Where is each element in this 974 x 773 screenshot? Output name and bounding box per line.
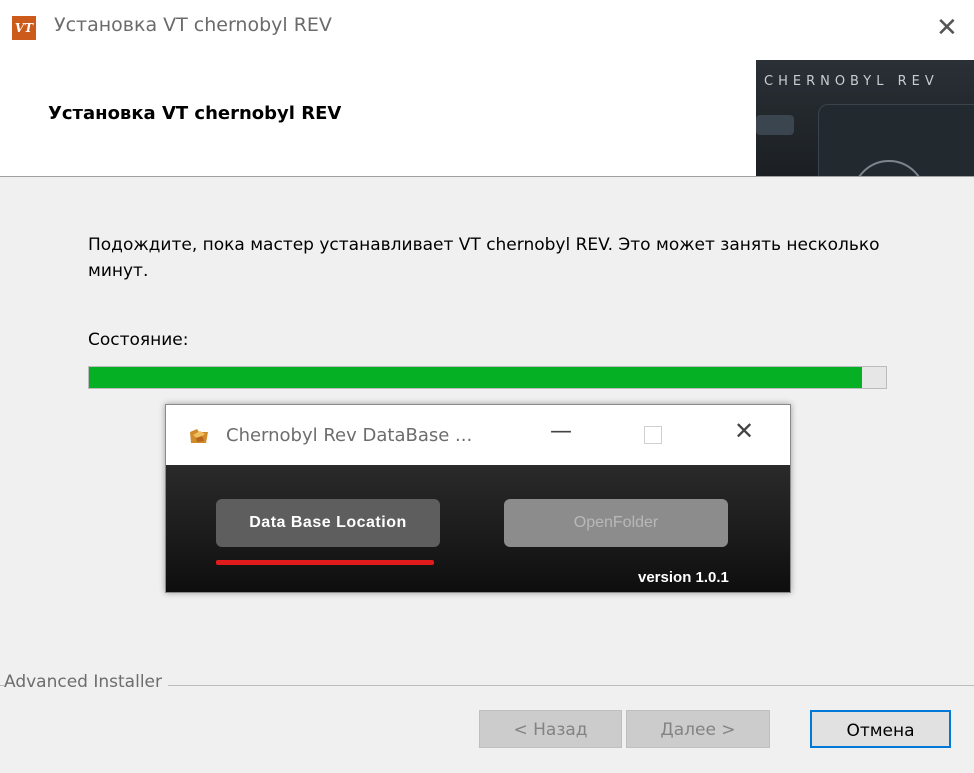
maximize-icon[interactable] — [644, 426, 662, 444]
next-button[interactable]: Далее > — [626, 710, 770, 748]
database-dialog: Chernobyl Rev DataBase ... — ✕ Data Base… — [165, 404, 791, 593]
window-titlebar: VT Установка VT chernobyl REV ✕ — [0, 0, 974, 60]
back-button[interactable]: < Назад — [479, 710, 622, 748]
install-description: Подождите, пока мастер устанавливает VT … — [88, 235, 880, 281]
version-label: version 1.0.1 — [638, 569, 729, 586]
highlight-underline — [216, 560, 434, 565]
data-base-location-button[interactable]: Data Base Location — [216, 499, 440, 547]
progress-fill — [89, 367, 863, 388]
dialog-close-icon[interactable]: ✕ — [734, 417, 754, 445]
window-title: Установка VT chernobyl REV — [54, 14, 332, 36]
banner-decor-button — [756, 115, 794, 135]
open-folder-button[interactable]: OpenFolder — [504, 499, 728, 547]
cancel-button[interactable]: Отмена — [810, 710, 951, 748]
vt-app-icon: VT — [12, 16, 36, 40]
banner-text: CHERNOBYL REV — [764, 74, 939, 89]
status-label: Состояние: — [88, 330, 189, 350]
dialog-body: Data Base Location OpenFolder version 1.… — [166, 465, 790, 592]
minimize-icon[interactable]: — — [550, 419, 572, 444]
close-icon[interactable]: ✕ — [936, 10, 958, 46]
brand-label: Advanced Installer — [4, 672, 168, 692]
dialog-title: Chernobyl Rev DataBase ... — [226, 425, 473, 446]
folder-app-icon — [190, 429, 208, 443]
installer-header: Установка VT chernobyl REV CHERNOBYL REV — [0, 60, 974, 177]
install-progress-bar — [88, 366, 887, 389]
page-title: Установка VT chernobyl REV — [48, 103, 342, 124]
product-banner: CHERNOBYL REV — [756, 60, 974, 176]
dialog-titlebar: Chernobyl Rev DataBase ... — ✕ — [166, 405, 790, 465]
